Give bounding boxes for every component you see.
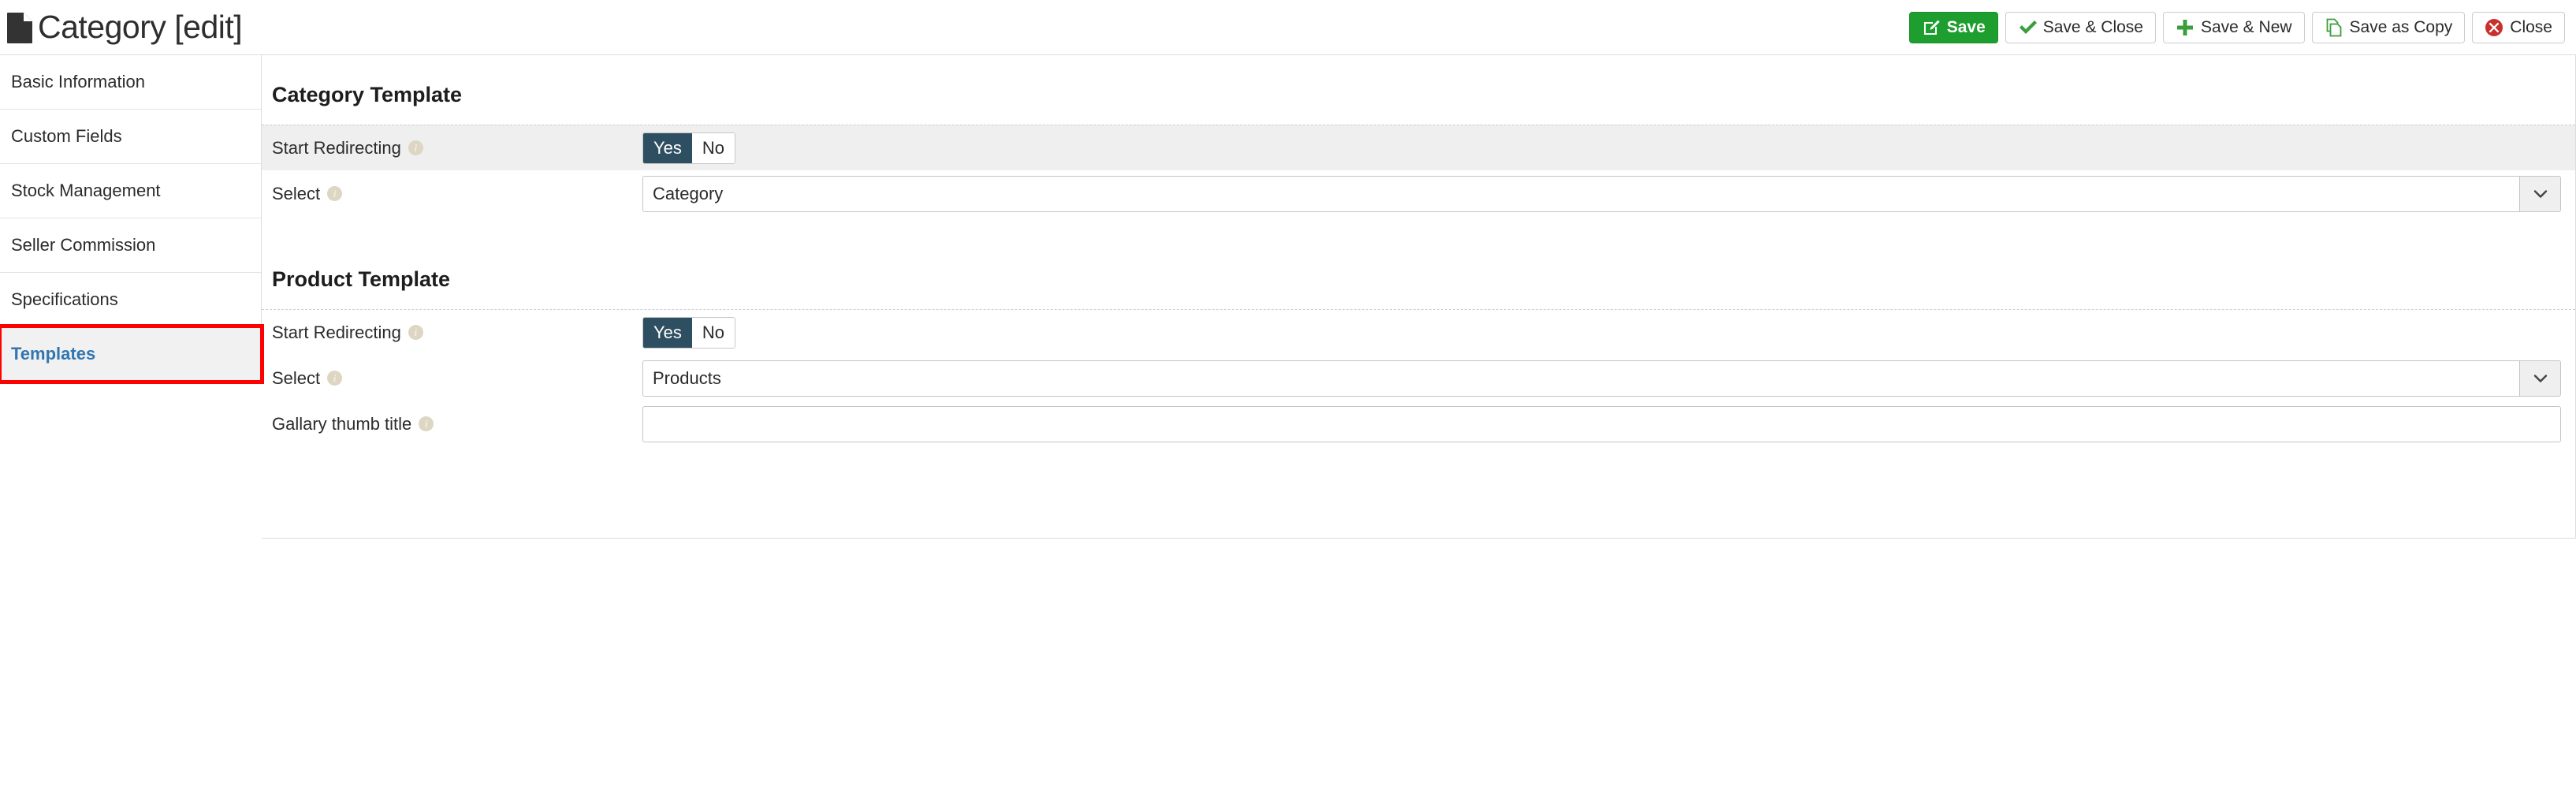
product-template-select-value: Products [653,367,721,388]
product-start-redirecting-row: Start Redirecting i Yes No [262,309,2575,355]
sidebar: Basic Information Custom Fields Stock Ma… [0,55,264,384]
close-button-label: Close [2510,18,2552,36]
copy-icon [2325,18,2343,37]
gallary-thumb-title-control [642,405,2561,442]
save-and-new-label: Save & New [2200,18,2292,36]
category-template-heading: Category Template [272,83,463,106]
product-select-label: Select i [272,368,642,389]
product-template-heading: Product Template [272,267,451,291]
sidebar-item-custom-fields[interactable]: Custom Fields [0,110,261,164]
save-and-close-button[interactable]: Save & Close [2005,11,2156,43]
main-content: Category Template Start Redirecting i Ye… [262,55,2576,539]
category-start-redirecting-label: Start Redirecting i [272,138,642,158]
toggle-option-yes[interactable]: Yes [643,317,692,348]
action-buttons: Save Save & Close Save & New Save as Cop… [1908,11,2565,43]
sidebar-item-label: Basic Information [11,72,145,91]
save-as-copy-label: Save as Copy [2349,18,2453,36]
check-icon [2018,18,2037,37]
page-title-group: Category [edit] [6,9,243,45]
category-select-label: Select i [272,184,642,204]
toggle-option-yes[interactable]: Yes [643,132,692,163]
close-button[interactable]: Close [2472,11,2565,43]
chevron-down-icon[interactable] [2519,360,2560,396]
product-start-redirecting-toggle[interactable]: Yes No [642,316,736,349]
product-select-control: Products [642,360,2561,397]
field-label-text: Select [272,183,321,203]
category-select-row: Select i Category [262,170,2575,216]
edit-square-icon [1922,18,1941,37]
page-body: Basic Information Custom Fields Stock Ma… [0,55,2576,539]
product-template-select[interactable]: Products [642,360,2561,397]
category-template-select-value: Category [653,183,724,203]
gallary-thumb-title-input[interactable] [642,405,2561,442]
sidebar-item-label: Stock Management [11,181,161,200]
save-and-close-label: Save & Close [2042,18,2143,36]
sidebar-item-stock-management[interactable]: Stock Management [0,164,261,218]
save-and-new-button[interactable]: Save & New [2162,11,2305,43]
field-label-text: Start Redirecting [272,322,401,342]
document-icon [6,12,33,43]
gallary-thumb-title-row: Gallary thumb title i [262,401,2575,446]
sidebar-item-seller-commission[interactable]: Seller Commission [0,218,261,273]
category-start-redirecting-toggle[interactable]: Yes No [642,132,736,164]
chevron-down-icon[interactable] [2519,176,2560,211]
product-start-redirecting-control: Yes No [642,316,2561,349]
save-button-label: Save [1946,18,1986,36]
category-start-redirecting-row: Start Redirecting i Yes No [262,125,2575,170]
close-circle-icon [2485,18,2503,37]
info-icon[interactable]: i [327,186,343,201]
gallary-thumb-title-label: Gallary thumb title i [272,414,642,434]
category-select-control: Category [642,175,2561,212]
info-icon[interactable]: i [408,140,423,155]
category-template-select[interactable]: Category [642,175,2561,212]
sidebar-item-specifications[interactable]: Specifications [0,273,261,327]
sidebar-item-label: Specifications [11,289,118,309]
product-start-redirecting-label: Start Redirecting i [272,323,642,343]
sidebar-item-basic-information[interactable]: Basic Information [0,55,261,110]
info-icon[interactable]: i [327,371,343,386]
field-label-text: Start Redirecting [272,137,401,158]
toggle-option-no[interactable]: No [691,317,735,348]
save-button[interactable]: Save [1908,11,1998,43]
category-start-redirecting-control: Yes No [642,132,2561,164]
top-toolbar: Category [edit] Save Save & Close Save &… [0,0,2576,55]
save-as-copy-button[interactable]: Save as Copy [2311,11,2466,43]
plus-icon [2176,18,2194,37]
toggle-option-no[interactable]: No [691,132,735,163]
product-select-row: Select i Products [262,355,2575,401]
page-title: Category [edit] [38,9,243,45]
info-icon[interactable]: i [419,416,434,431]
sidebar-item-label: Custom Fields [11,126,122,146]
sidebar-item-label: Templates [11,344,96,364]
sidebar-item-label: Seller Commission [11,235,156,255]
info-icon[interactable]: i [408,325,423,340]
field-label-text: Select [272,367,321,388]
field-label-text: Gallary thumb title [272,413,412,434]
sidebar-item-templates[interactable]: Templates [0,324,264,384]
